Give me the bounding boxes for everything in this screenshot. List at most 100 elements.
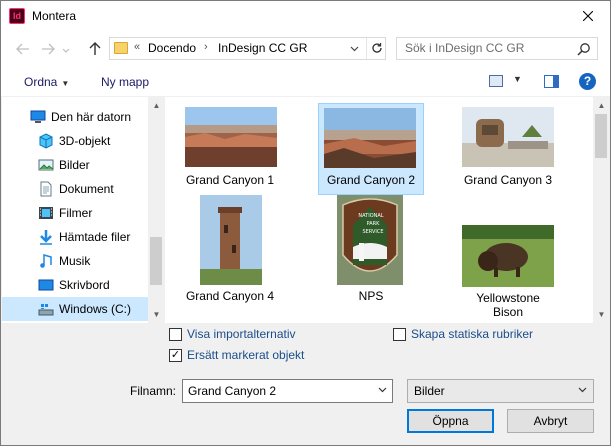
create-static-captions-checkbox[interactable]: Skapa statiska rubriker: [393, 327, 553, 343]
sidebar-item-pictures[interactable]: Bilder: [2, 153, 148, 177]
sidebar-item-documents[interactable]: Dokument: [2, 177, 148, 201]
yellowstone-bison-thumbnail: [462, 225, 554, 287]
grand-canyon-2-thumbnail: [324, 108, 416, 168]
file-item-selected[interactable]: Grand Canyon 2: [318, 103, 424, 195]
sidebar-item-label: Musik: [59, 254, 91, 268]
sidebar-item-desktop[interactable]: Skrivbord: [2, 273, 148, 297]
navigation-pane-scrollbar[interactable]: ▲ ▼: [148, 97, 165, 323]
breadcrumb-separator[interactable]: ›: [204, 41, 208, 53]
grand-canyon-4-thumbnail: [200, 195, 262, 285]
navigation-bar: « Docendo › InDesign CC GR Sök i InDesig…: [1, 31, 610, 67]
close-button[interactable]: [566, 1, 610, 31]
command-bar: Ordna ▼ Ny mapp ▼ ?: [1, 67, 610, 97]
refresh-button[interactable]: [366, 38, 386, 59]
file-name-line2: Bison: [492, 305, 524, 319]
download-icon: [40, 230, 52, 245]
nps-sign-text: NATIONAL: [358, 213, 383, 219]
address-dropdown[interactable]: [350, 40, 359, 54]
filename-value[interactable]: Grand Canyon 2: [188, 384, 276, 398]
indesign-app-icon: Id: [9, 8, 25, 24]
organize-button[interactable]: Ordna ▼: [24, 75, 69, 89]
title-bar: Id Montera: [1, 1, 610, 31]
replace-selected-item-checkbox[interactable]: ✓ Ersätt markerat objekt: [169, 348, 329, 364]
music-icon: [40, 254, 52, 268]
grand-canyon-3-thumbnail: [462, 107, 554, 167]
navigation-pane: Den här datorn 3D-objekt Bilder Dokument…: [2, 97, 148, 323]
show-import-options-checkbox[interactable]: Visa importalternativ: [169, 327, 329, 343]
sidebar-item-label: Hämtade filer: [59, 230, 131, 244]
close-icon: [582, 10, 594, 22]
file-name: NPS: [358, 289, 384, 303]
cancel-button[interactable]: Avbryt: [507, 409, 594, 433]
file-item[interactable]: Yellowstone Bison: [455, 217, 561, 323]
pictures-icon: [38, 159, 54, 171]
scroll-down-arrow[interactable]: ▼: [593, 306, 610, 323]
scrollbar-thumb[interactable]: [150, 237, 162, 285]
help-button[interactable]: ?: [579, 73, 596, 90]
sidebar-item-videos[interactable]: Filmer: [2, 201, 148, 225]
file-type-value: Bilder: [414, 384, 445, 398]
file-item[interactable]: Grand Canyon 4: [177, 193, 283, 303]
checkbox-label[interactable]: Visa importalternativ: [187, 327, 296, 341]
drive-icon: [38, 304, 54, 316]
nps-sign-text: SERVICE: [362, 229, 383, 235]
nps-sign-text: PARK: [367, 221, 381, 227]
scroll-up-arrow[interactable]: ▲: [148, 97, 165, 114]
file-name: Grand Canyon 4: [185, 289, 275, 303]
chevron-down-icon: [578, 385, 587, 395]
computer-icon: [30, 110, 46, 123]
chevron-down-icon[interactable]: [378, 385, 387, 395]
folder-icon: [114, 42, 128, 54]
search-icon[interactable]: [577, 42, 591, 56]
sidebar-item-downloads[interactable]: Hämtade filer: [2, 225, 148, 249]
checkbox[interactable]: [169, 328, 182, 341]
sidebar-item-music[interactable]: Musik: [2, 249, 148, 273]
breadcrumb-indesign[interactable]: InDesign CC GR: [218, 41, 307, 55]
caret-down-icon[interactable]: ▼: [513, 74, 522, 84]
scroll-up-arrow[interactable]: ▲: [593, 97, 610, 114]
filename-label: Filnamn:: [130, 384, 177, 398]
search-box[interactable]: Sök i InDesign CC GR: [396, 37, 598, 60]
checkbox-label[interactable]: Ersätt markerat objekt: [187, 348, 304, 362]
refresh-icon: [371, 43, 382, 53]
recent-locations-button[interactable]: [59, 39, 73, 59]
sidebar-item-this-pc[interactable]: Den här datorn: [2, 105, 148, 129]
cube-icon: [39, 133, 53, 149]
up-button[interactable]: [85, 39, 105, 59]
grand-canyon-1-thumbnail: [185, 107, 277, 167]
file-item[interactable]: Grand Canyon 3: [455, 103, 561, 195]
arrow-left-icon: [16, 43, 29, 55]
checkbox-label[interactable]: Skapa statiska rubriker: [411, 327, 533, 341]
preview-pane-icon[interactable]: [544, 75, 559, 88]
sidebar-item-label: Den här datorn: [51, 110, 132, 124]
desktop-icon: [38, 279, 54, 291]
scrollbar-thumb[interactable]: [595, 114, 607, 158]
place-dialog: Id Montera « Docendo › InDesign CC GR Sö…: [0, 0, 611, 446]
open-button[interactable]: Öppna: [407, 409, 494, 433]
file-item[interactable]: NATIONAL PARK SERVICE NPS: [318, 193, 424, 303]
file-item[interactable]: Grand Canyon 1: [177, 103, 283, 195]
sidebar-item-3d-objects[interactable]: 3D-objekt: [2, 129, 148, 153]
forward-button[interactable]: [38, 39, 58, 59]
address-overflow[interactable]: «: [134, 41, 140, 53]
back-button[interactable]: [13, 39, 33, 59]
checkmark-icon[interactable]: ✓: [169, 349, 182, 362]
nps-thumbnail: NATIONAL PARK SERVICE: [337, 195, 403, 285]
filename-input[interactable]: Grand Canyon 2: [182, 379, 393, 403]
arrow-up-icon: [89, 42, 101, 55]
arrow-right-icon: [42, 43, 55, 55]
sidebar-item-windows-c[interactable]: Windows (C:): [2, 297, 148, 321]
file-type-select[interactable]: Bilder: [407, 379, 594, 403]
organize-label: Ordna: [24, 75, 58, 89]
checkbox[interactable]: [393, 328, 406, 341]
window-title: Montera: [32, 9, 77, 23]
file-list-pane: Grand Canyon 1 Grand Canyon 2 Grand Cany…: [165, 97, 593, 323]
breadcrumb-docendo[interactable]: Docendo: [148, 41, 196, 55]
new-folder-button[interactable]: Ny mapp: [101, 75, 149, 89]
sidebar-item-label: 3D-objekt: [59, 134, 111, 148]
chevron-down-icon: [350, 46, 359, 52]
view-options-icon[interactable]: [489, 75, 503, 87]
file-list-scrollbar[interactable]: ▲ ▼: [593, 97, 610, 323]
address-bar[interactable]: « Docendo › InDesign CC GR: [109, 37, 386, 60]
scroll-down-arrow[interactable]: ▼: [148, 306, 165, 323]
